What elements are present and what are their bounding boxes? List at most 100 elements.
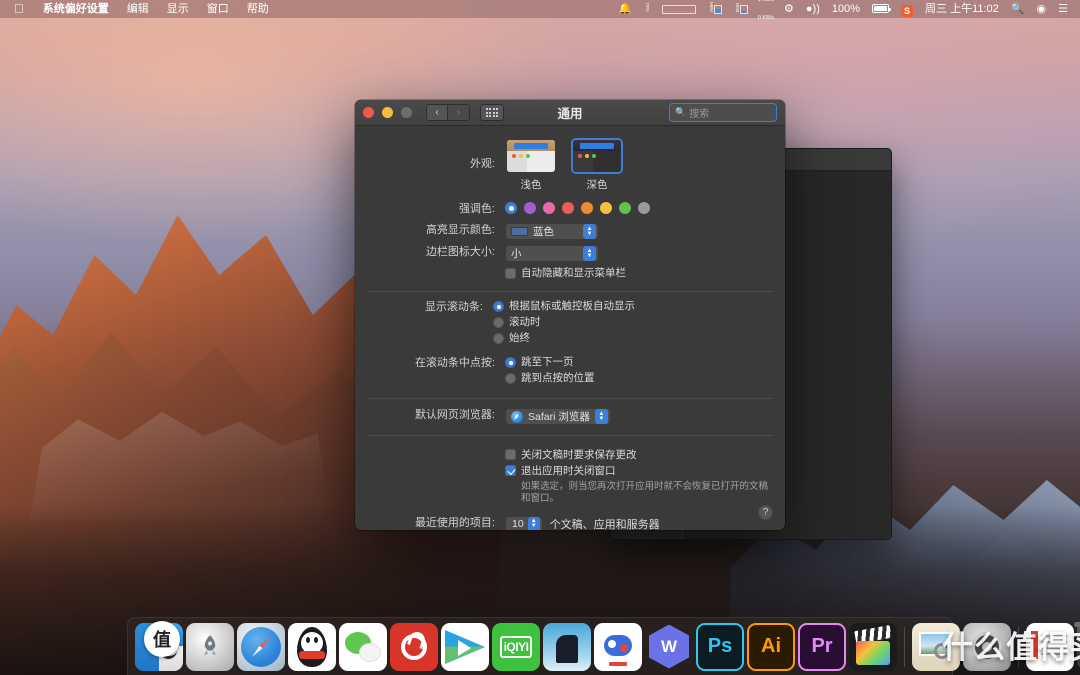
bluetooth-icon[interactable]: ⚙	[778, 0, 800, 18]
dark-theme-label: 深色	[586, 179, 608, 191]
accent-swatch-5[interactable]	[600, 202, 612, 214]
search-icon[interactable]: 🔍	[1005, 0, 1031, 18]
rocket-icon	[204, 634, 216, 655]
minimize-button[interactable]	[382, 107, 393, 118]
dock-item-wps-office[interactable]: W	[645, 623, 693, 671]
search-icon: 🔍	[675, 107, 687, 117]
show-scrollbars-label: 显示滚动条:	[424, 301, 483, 313]
battery-icon[interactable]	[866, 0, 895, 18]
highlight-color-select[interactable]: 蓝色 ▲ ▼	[505, 223, 599, 240]
network-speed-indicator[interactable]: 1 KB/s 0 KB/s	[754, 0, 778, 27]
autohide-menubar-checkbox[interactable]: 自动隐藏和显示菜单栏	[505, 267, 773, 280]
click-scrollbar-option-jump-to-spot[interactable]: 跳到点按的位置	[505, 372, 773, 385]
radio-icon	[493, 316, 504, 328]
scrollbar-option-scrolling[interactable]: 滚动时	[493, 316, 785, 329]
menu-bar-status-area: 🔔 CPU MEM DISK 1 KB/s 0 KB/s ⚙ ●)) 100% …	[612, 0, 1074, 27]
input-method-icon[interactable]: S	[895, 0, 919, 18]
battery-percent-label[interactable]: 100%	[826, 0, 866, 18]
dock-item-iqiyi[interactable]: iQIYI	[492, 622, 540, 671]
back-button[interactable]: ‹	[426, 104, 448, 121]
dock-item-tencent-video[interactable]	[441, 622, 489, 671]
checkbox-icon	[505, 267, 516, 279]
dock-item-premiere[interactable]: Pr	[798, 622, 846, 671]
accent-swatch-6[interactable]	[619, 202, 631, 214]
dock-item-qq[interactable]	[288, 622, 336, 671]
accent-swatch-4[interactable]	[581, 202, 593, 214]
dock-item-netease-music[interactable]	[390, 622, 438, 671]
accent-swatch-0[interactable]	[505, 202, 517, 214]
photoshop-wordmark: Ps	[707, 635, 733, 657]
show-scrollbars-row: 显示滚动条: 根据鼠标或触控板自动显示 滚动时 始终	[355, 292, 785, 356]
close-windows-on-quit-label: 退出应用时关闭窗口	[521, 464, 616, 477]
dock-item-reader[interactable]	[543, 622, 591, 671]
list-icon[interactable]: ☰	[1052, 0, 1074, 18]
ask-save-changes-label: 关闭文稿时要求保存更改	[521, 448, 637, 461]
document-options-field: 关闭文稿时要求保存更改 退出应用时关闭窗口 如果选定，则当您再次打开应用时就不会…	[505, 449, 773, 505]
sidebar-icon-size-select[interactable]: 小 ▲ ▼	[505, 245, 599, 262]
recent-items-control: 10 ▲ ▼ 个文稿、应用和服务器	[505, 515, 773, 530]
traffic-lights	[363, 107, 412, 118]
illustrator-wordmark: Ai	[761, 635, 781, 657]
scrollbar-option-always[interactable]: 始终	[493, 332, 785, 345]
ask-save-changes-checkbox[interactable]: 关闭文稿时要求保存更改	[505, 449, 773, 462]
default-browser-value: Safari 浏览器	[528, 411, 590, 423]
window-titlebar[interactable]: ‹ › 通用 🔍 搜索	[355, 100, 785, 126]
default-browser-label: 默认网页浏览器:	[414, 409, 495, 421]
accent-swatch-3[interactable]	[562, 202, 574, 214]
menu-item-window[interactable]: 窗口	[198, 0, 238, 18]
scrollbar-option-auto[interactable]: 根据鼠标或触控板自动显示	[493, 300, 785, 313]
memory-monitor-icon[interactable]: MEM	[702, 0, 728, 18]
scrollbar-option-scrolling-label: 滚动时	[509, 316, 541, 328]
click-scrollbar-option-next-page[interactable]: 跳至下一页	[505, 356, 773, 369]
radio-icon	[493, 332, 504, 344]
accent-swatch-2[interactable]	[543, 202, 555, 214]
dock-item-photoshop[interactable]: Ps	[696, 622, 744, 671]
network-gauge-icon[interactable]	[656, 0, 702, 18]
menu-bar-left:  系统偏好设置 编辑 显示 窗口 帮助	[6, 0, 278, 18]
clock-datetime[interactable]: 周三 上午11:02	[919, 0, 1005, 18]
default-browser-select[interactable]: Safari 浏览器 ▲ ▼	[505, 408, 611, 425]
cpu-monitor-icon[interactable]: CPU	[638, 0, 656, 18]
appearance-option-light[interactable]: 浅色	[505, 138, 557, 192]
accent-color-swatches	[505, 202, 773, 214]
chevron-updown-icon: ▲ ▼	[583, 246, 596, 261]
dock-item-wechat[interactable]	[339, 622, 387, 671]
dock-item-illustrator[interactable]: Ai	[747, 622, 795, 671]
scrollbar-option-always-label: 始终	[509, 332, 530, 344]
zoom-button[interactable]	[401, 107, 412, 118]
forward-button[interactable]: ›	[448, 104, 470, 121]
dock-item-baidu-netdisk[interactable]	[594, 622, 642, 671]
accent-color-field	[505, 202, 773, 214]
menu-item-edit[interactable]: 编辑	[118, 0, 158, 18]
appearance-field: 浅色 深色	[505, 138, 773, 192]
scrollbar-option-auto-label: 根据鼠标或触控板自动显示	[509, 300, 635, 312]
menu-item-system-preferences[interactable]: 系统偏好设置	[34, 0, 118, 18]
recent-items-stepper[interactable]: 10 ▲ ▼	[505, 515, 543, 530]
apple-icon[interactable]: 	[6, 0, 34, 18]
wifi-icon[interactable]: ●))	[800, 0, 826, 18]
show-all-button[interactable]	[480, 104, 504, 121]
close-button[interactable]	[363, 107, 374, 118]
dock-item-final-cut-pro[interactable]	[849, 622, 897, 671]
accent-swatch-1[interactable]	[524, 202, 536, 214]
menu-item-help[interactable]: 帮助	[238, 0, 278, 18]
menu-item-view[interactable]: 显示	[158, 0, 198, 18]
close-windows-hint: 如果选定，则当您再次打开应用时就不会恢复已打开的文稿和窗口。	[521, 480, 769, 504]
search-placeholder: 搜索	[689, 109, 710, 120]
accent-swatch-7[interactable]	[638, 202, 650, 214]
navigation-buttons: ‹ ›	[426, 104, 470, 121]
disk-monitor-icon[interactable]: DISK	[728, 0, 754, 18]
close-windows-on-quit-checkbox[interactable]: 退出应用时关闭窗口	[505, 465, 773, 478]
dock-item-launchpad[interactable]	[186, 622, 234, 671]
accent-color-row: 强调色:	[355, 202, 785, 223]
radio-icon	[493, 300, 504, 312]
help-button[interactable]: ?	[758, 505, 773, 520]
system-preferences-window[interactable]: ‹ › 通用 🔍 搜索 外观: 浅色 深色 强调色: 高亮显示颜色: 蓝色 ▲ …	[355, 100, 785, 530]
siri-icon[interactable]: ◉	[1031, 0, 1053, 18]
appearance-option-dark[interactable]: 深色	[571, 138, 623, 192]
default-browser-field: Safari 浏览器 ▲ ▼	[505, 408, 773, 426]
bell-icon[interactable]: 🔔	[612, 0, 638, 18]
dock-item-safari[interactable]	[237, 622, 285, 671]
search-input[interactable]: 🔍 搜索	[669, 103, 777, 122]
checkbox-icon	[505, 465, 516, 476]
